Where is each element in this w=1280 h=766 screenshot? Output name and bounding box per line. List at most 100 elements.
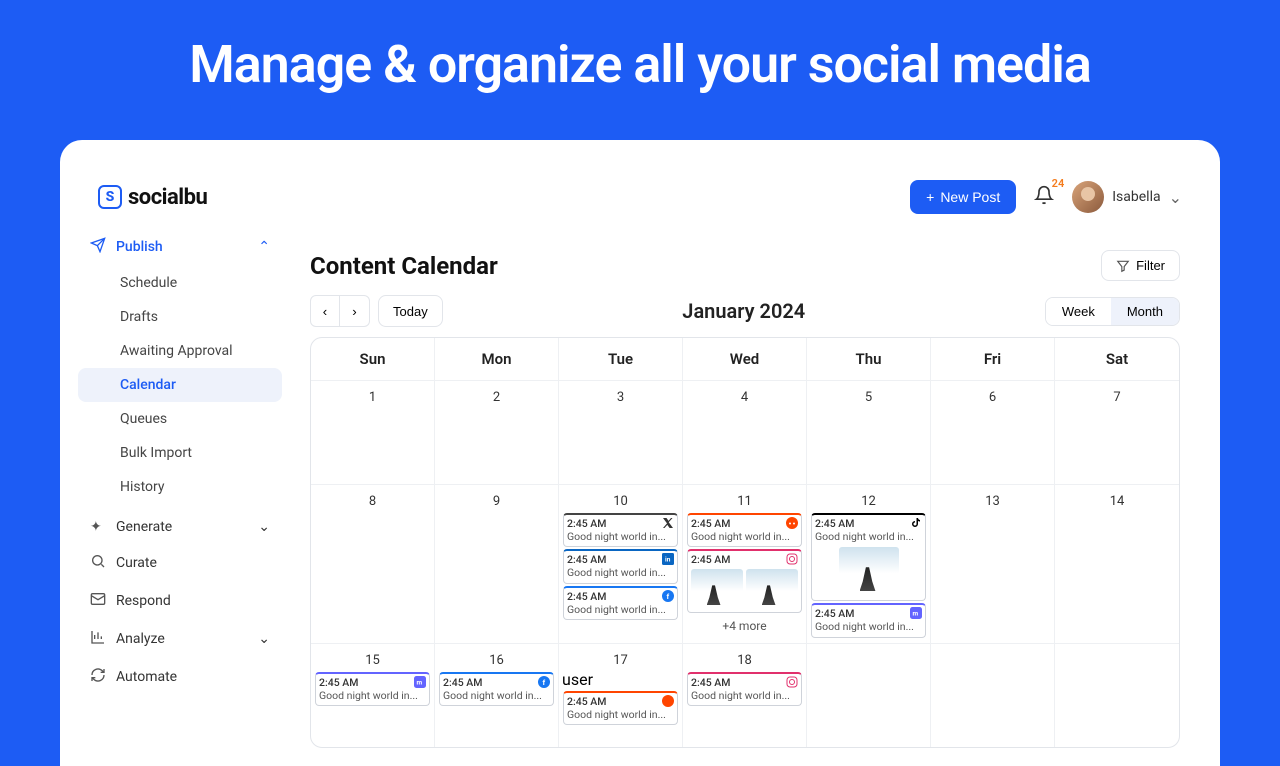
filter-button[interactable]: Filter — [1101, 250, 1180, 281]
event-text: Good night world in... — [567, 603, 674, 616]
event-card[interactable]: m 2:45 AM Good night world in... — [811, 603, 926, 637]
sidebar-item-queues[interactable]: Queues — [78, 402, 282, 436]
event-card[interactable]: 2:45 AM Good night world in... — [811, 513, 926, 601]
event-card[interactable]: m 2:45 AM Good night world in... — [315, 672, 430, 706]
more-events[interactable]: +4 more — [686, 615, 803, 637]
event-card[interactable]: f 2:45 AM Good night world in... — [563, 586, 678, 620]
event-time: 2:45 AM — [691, 517, 730, 530]
today-button[interactable]: Today — [378, 295, 443, 327]
view-toggle: Week Month — [1045, 297, 1180, 326]
week-view-button[interactable]: Week — [1046, 298, 1111, 325]
logo-text: socialbu — [128, 185, 207, 210]
day-number: 13 — [934, 488, 1051, 511]
facebook-icon: f — [662, 590, 674, 602]
chevron-down-icon: ⌄ — [1169, 188, 1182, 207]
prev-button[interactable]: ‹ — [310, 295, 340, 327]
sidebar-item-history[interactable]: History — [78, 470, 282, 504]
thumbnail — [746, 569, 798, 609]
calendar-cell[interactable]: 10 2:45 AM Good night world in... in 2:4… — [559, 484, 683, 643]
event-time: 2:45 AM — [443, 676, 482, 689]
sidebar-item-awaiting[interactable]: Awaiting Approval — [78, 334, 282, 368]
day-number: 18 — [686, 647, 803, 670]
calendar-cell[interactable]: 7 — [1055, 380, 1179, 484]
day-number: 5 — [810, 384, 927, 407]
topbar: S socialbu + New Post 24 Isabella ⌄ — [78, 168, 1202, 228]
event-time: 2:45 AM — [567, 695, 606, 708]
month-view-button[interactable]: Month — [1111, 298, 1179, 325]
calendar-cell[interactable]: 12 2:45 AM Good night world in... m 2:45… — [807, 484, 931, 643]
sidebar-publish-label: Publish — [116, 239, 248, 255]
calendar-cell[interactable]: 18 2:45 AM Good night world in... — [683, 643, 807, 747]
sidebar-item-curate[interactable]: Curate — [78, 544, 282, 582]
sidebar-item-schedule[interactable]: Schedule — [78, 266, 282, 300]
thumbnail — [839, 547, 899, 595]
event-card[interactable]: 2:45 AM Good night world in... — [687, 672, 802, 706]
instagram-icon — [786, 553, 798, 565]
logo[interactable]: S socialbu — [98, 185, 207, 210]
app-window: S socialbu + New Post 24 Isabella ⌄ — [60, 140, 1220, 766]
notifications-button[interactable]: 24 — [1034, 185, 1054, 209]
calendar-cell[interactable] — [807, 643, 931, 747]
calendar-cell[interactable]: 13 — [931, 484, 1055, 643]
event-card[interactable]: f 2:45 AM Good night world in... — [439, 672, 554, 706]
event-text: Good night world in... — [691, 530, 798, 543]
svg-text:f: f — [543, 678, 546, 687]
event-card[interactable]: in 2:45 AM Good night world in... — [563, 549, 678, 583]
calendar-cell[interactable]: 8 — [311, 484, 435, 643]
day-number: 17 — [562, 647, 679, 670]
calendar-cell[interactable]: 14 — [1055, 484, 1179, 643]
calendar-cell[interactable]: 2 — [435, 380, 559, 484]
calendar-cell[interactable]: 5 — [807, 380, 931, 484]
event-card[interactable]: 2:45 AM Good night world in... — [687, 513, 802, 547]
event-card[interactable]: 2:45 AM — [687, 549, 802, 613]
sidebar-item-analyze[interactable]: Analyze ⌄ — [78, 620, 282, 658]
calendar-cell[interactable]: 3 — [559, 380, 683, 484]
linkedin-icon: in — [662, 553, 674, 565]
sidebar-item-calendar[interactable]: Calendar — [78, 368, 282, 402]
thumbnail — [691, 569, 743, 609]
day-number: 7 — [1058, 384, 1176, 407]
day-number: 12 — [810, 488, 927, 511]
calendar-cell[interactable]: 4 — [683, 380, 807, 484]
new-post-button[interactable]: + New Post — [910, 180, 1016, 214]
event-time: 2:45 AM — [691, 676, 730, 689]
day-number: 16 — [438, 647, 555, 670]
calendar-cell[interactable]: 11 2:45 AM Good night world in... 2:45 A… — [683, 484, 807, 643]
calendar-cell[interactable]: 16 f 2:45 AM Good night world in... — [435, 643, 559, 747]
sidebar-item-automate[interactable]: Automate — [78, 658, 282, 696]
calendar-cell[interactable]: 17user 2:45 AM Good night world in... — [559, 643, 683, 747]
calendar-cell[interactable] — [1055, 643, 1179, 747]
calendar: Sun Mon Tue Wed Thu Fri Sat 1 2 3 4 — [310, 337, 1180, 748]
sidebar-item-drafts[interactable]: Drafts — [78, 300, 282, 334]
dow-sat: Sat — [1055, 338, 1179, 380]
sidebar-item-respond[interactable]: Respond — [78, 582, 282, 620]
calendar-cell[interactable]: 15 m 2:45 AM Good night world in... — [311, 643, 435, 747]
event-time: 2:45 AM — [815, 607, 854, 620]
day-number: 6 — [934, 384, 1051, 407]
event-card[interactable]: 2:45 AM Good night world in... — [563, 691, 678, 725]
mastodon-icon: m — [414, 676, 426, 688]
sidebar-item-bulk[interactable]: Bulk Import — [78, 436, 282, 470]
day-number: 2 — [438, 384, 555, 407]
dow-tue: Tue — [559, 338, 683, 380]
hero-title: Manage & organize all your social media — [0, 0, 1280, 125]
next-button[interactable]: › — [340, 295, 370, 327]
event-text: Good night world in... — [319, 689, 426, 702]
event-card[interactable]: 2:45 AM Good night world in... — [563, 513, 678, 547]
new-post-label: New Post — [940, 189, 1000, 205]
event-time: 2:45 AM — [567, 517, 606, 530]
event-text: Good night world in... — [443, 689, 550, 702]
user-menu[interactable]: Isabella ⌄ — [1072, 181, 1182, 213]
mail-icon — [90, 591, 106, 611]
sidebar-item-publish[interactable]: Publish ⌃ — [78, 228, 282, 266]
calendar-cell[interactable]: 9 — [435, 484, 559, 643]
day-number: 4 — [686, 384, 803, 407]
search-people-icon — [90, 553, 106, 573]
reddit-icon — [662, 695, 674, 707]
calendar-cell[interactable] — [931, 643, 1055, 747]
username: Isabella — [1112, 189, 1160, 205]
day-number: 15 — [314, 647, 431, 670]
calendar-cell[interactable]: 1 — [311, 380, 435, 484]
calendar-cell[interactable]: 6 — [931, 380, 1055, 484]
sidebar-item-generate[interactable]: ✦ Generate ⌄ — [78, 510, 282, 544]
